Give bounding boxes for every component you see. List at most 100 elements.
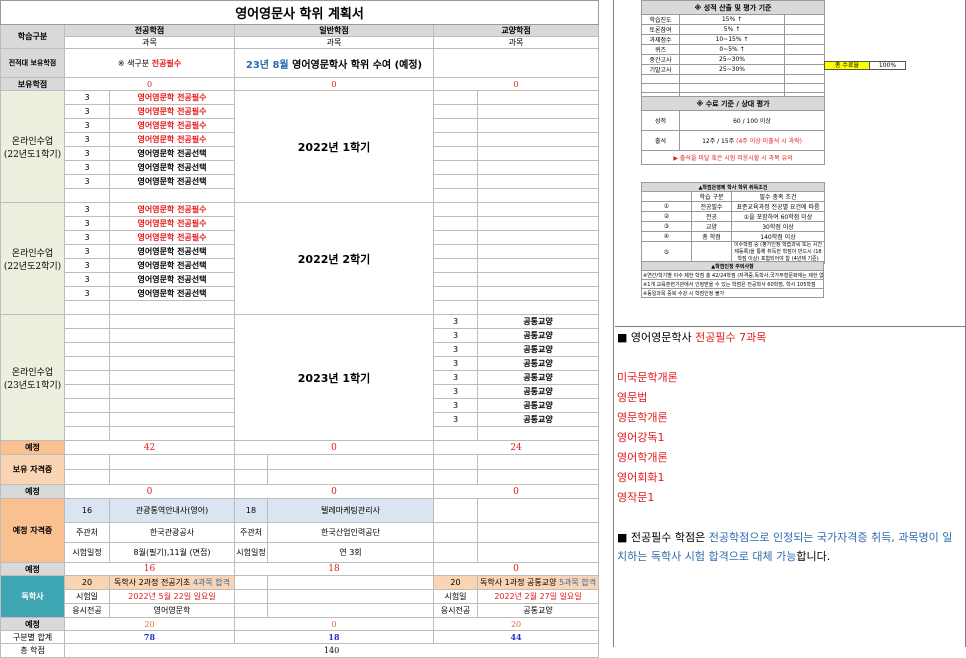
credit-notice-title: ▲학점인정 주의사항 (641, 261, 824, 271)
held-general: 0 (234, 77, 434, 91)
self-study-liberal-date: 2022년 2월 27일 일요일 (476, 589, 600, 604)
credit-cell: 3 (64, 230, 110, 245)
completion-panel: ※ 수료 기준 / 상대 평가 성적 60 / 100 이상 출석 12주 / 15… (640, 96, 826, 165)
completion-rate: 총 수료율 100% (824, 61, 906, 70)
cert1-host: 한국관광공사 (109, 522, 235, 543)
condition-head-rule: 필수 충족 조건 (730, 191, 826, 202)
plan-table: 영어영문사 학위 계획서 학습구분 전공학점 일반학점 교양학점 과목 과목 과… (0, 0, 600, 658)
liberal-header: 교양학점 (432, 24, 600, 37)
self-study-liberal-subject: 공통교양 (476, 603, 600, 618)
condition-head-type: 학습 구분 (691, 191, 732, 202)
credit-cell: 3 (433, 342, 478, 357)
planned-liberal: 20 (432, 617, 600, 631)
condition-no: ① (641, 201, 692, 212)
subject-cell: 영어영문학 전공필수 (109, 118, 235, 133)
schedule-label: 시험일정 (234, 542, 268, 563)
planned-liberal: 0 (432, 484, 600, 499)
subject-cell: 공통교양 (476, 370, 600, 385)
notice-line: ※동일과목 중복 수강 시 학점인정 불가 (641, 288, 824, 298)
col-group-header: 학습구분 (0, 24, 65, 49)
subject-cell: 공통교양 (476, 356, 600, 371)
schedule-label: 시험일정 (64, 542, 110, 563)
cert2-name: 텔레마케팅관리사 (267, 498, 434, 523)
required-subject: 영어학개론 (617, 451, 668, 464)
required-subject: 영어회화1 (617, 471, 665, 484)
grade-value: 60 / 100 이상 (678, 110, 826, 131)
exam-major-label: 응시전공 (433, 603, 478, 618)
term-label: 2022년 1학기 (234, 90, 434, 203)
self-study-major-date: 2022년 5월 22일 일요일 (109, 589, 235, 604)
subject-cell: 영어영문학 전공선택 (109, 286, 235, 301)
credit-cell: 3 (433, 356, 478, 371)
planned-label: 예정 (0, 484, 65, 499)
subject-cell: 영어영문학 전공선택 (109, 258, 235, 273)
planned-major: 16 (64, 562, 235, 576)
condition-rule: ①을 포함하여 60학점 이상 (730, 211, 826, 222)
credit-cell: 3 (433, 370, 478, 385)
planned-label: 예정 (0, 617, 65, 631)
host-label: 주관처 (234, 522, 268, 543)
subject-cell: 공통교양 (476, 314, 600, 329)
grading-item: 과제점수 (641, 34, 680, 45)
planned-liberal: 0 (432, 562, 600, 576)
notice-line: ※연간/학기별 이수 제한 학점 총 42/24학점 (자격증,독학사,국가무형… (641, 270, 824, 280)
condition-rule: 140학점 이상 (730, 231, 826, 242)
exam-major-label: 응시전공 (64, 603, 110, 618)
credit-cell: 3 (64, 216, 110, 231)
grading-item: 중간고사 (641, 54, 680, 65)
held-major: 0 (64, 77, 235, 91)
major-header: 전공학점 (64, 24, 235, 37)
exam-date-label: 시험일 (64, 589, 110, 604)
prev-credit-label: 전적대 보유학점 (0, 48, 65, 78)
subject-cell: 영어영문학 전공선택 (109, 174, 235, 189)
grading-weight: 10~15% ↑ (679, 34, 785, 45)
grading-item: 토론참여 (641, 24, 680, 35)
held-liberal: 0 (432, 77, 600, 91)
attendance-value: 12주 / 15주 (4주 이상 미출석 시 과락) (678, 130, 826, 151)
cert1-name: 관광통역안내사(영어) (109, 498, 235, 523)
credit-cell: 3 (64, 286, 110, 301)
subject-cell: 영어영문학 전공필수 (109, 230, 235, 245)
grading-item: 기말고사 (641, 64, 680, 75)
term-label: 2023년 1학기 (234, 314, 434, 441)
credit-cell: 3 (433, 328, 478, 343)
credit-notice-panel: ▲학점인정 주의사항 ※연간/학기별 이수 제한 학점 총 42/24학점 (자… (641, 261, 824, 298)
subject-cell: 영어영문학 전공필수 (109, 90, 235, 105)
exam-date-label: 시험일 (433, 589, 478, 604)
condition-rule: 표준교육과정 전공별 요건에 따름 (730, 201, 826, 212)
credit-cell: 3 (64, 90, 110, 105)
credit-cell: 3 (64, 132, 110, 147)
credit-cell: 3 (433, 398, 478, 413)
cert2-host: 한국산업인력공단 (267, 522, 434, 543)
planned-major: 20 (64, 617, 235, 631)
cert1-credit: 16 (64, 498, 110, 523)
planned-general: 0 (234, 617, 434, 631)
held-credit-label: 보유학점 (0, 77, 65, 91)
self-study-liberal-credit: 20 (433, 575, 478, 590)
total-value: 140 (63, 643, 600, 658)
grading-panel: ※ 성적 산출 및 평가 기준 학습진도 15% ↑ 토론참여 5% ↑ 과제점수 10~… (640, 0, 826, 102)
total-label: 총 학점 (0, 643, 65, 658)
subject-cell: 공통교양 (476, 412, 600, 427)
semester-label: 온라인수업 (22년도2학기) (0, 202, 65, 315)
general-subject-header: 과목 (234, 36, 434, 49)
degree-condition-title: ▲학점은행제 학사 학위 취득조건 (640, 182, 826, 192)
color-legend: ※ 색구분 전공필수 (64, 48, 235, 78)
subject-cell: 영어영문학 전공필수 (109, 216, 235, 231)
subtotal-liberal: 44 (432, 630, 600, 644)
page-title: 영어영문사 학위 계획서 (0, 0, 600, 25)
subject-cell: 영어영문학 전공필수 (109, 202, 235, 217)
credit-cell: 3 (433, 384, 478, 399)
general-header: 일반학점 (234, 24, 434, 37)
planned-major: 0 (64, 484, 235, 499)
credit-cell: 3 (64, 258, 110, 273)
semester-label: 온라인수업 (23년도1학기) (0, 314, 65, 441)
grading-weight: 0~5% ↑ (679, 44, 785, 55)
credit-cell: 3 (64, 272, 110, 287)
planned-liberal: 24 (432, 440, 600, 455)
planned-label: 예정 (0, 562, 65, 576)
subject-cell: 공통교양 (476, 328, 600, 343)
degree-plan: 23년 8월 영어영문학사 학위 수여 (예정) (234, 48, 434, 78)
subject-cell: 공통교양 (476, 342, 600, 357)
cert2-credit: 18 (234, 498, 268, 523)
